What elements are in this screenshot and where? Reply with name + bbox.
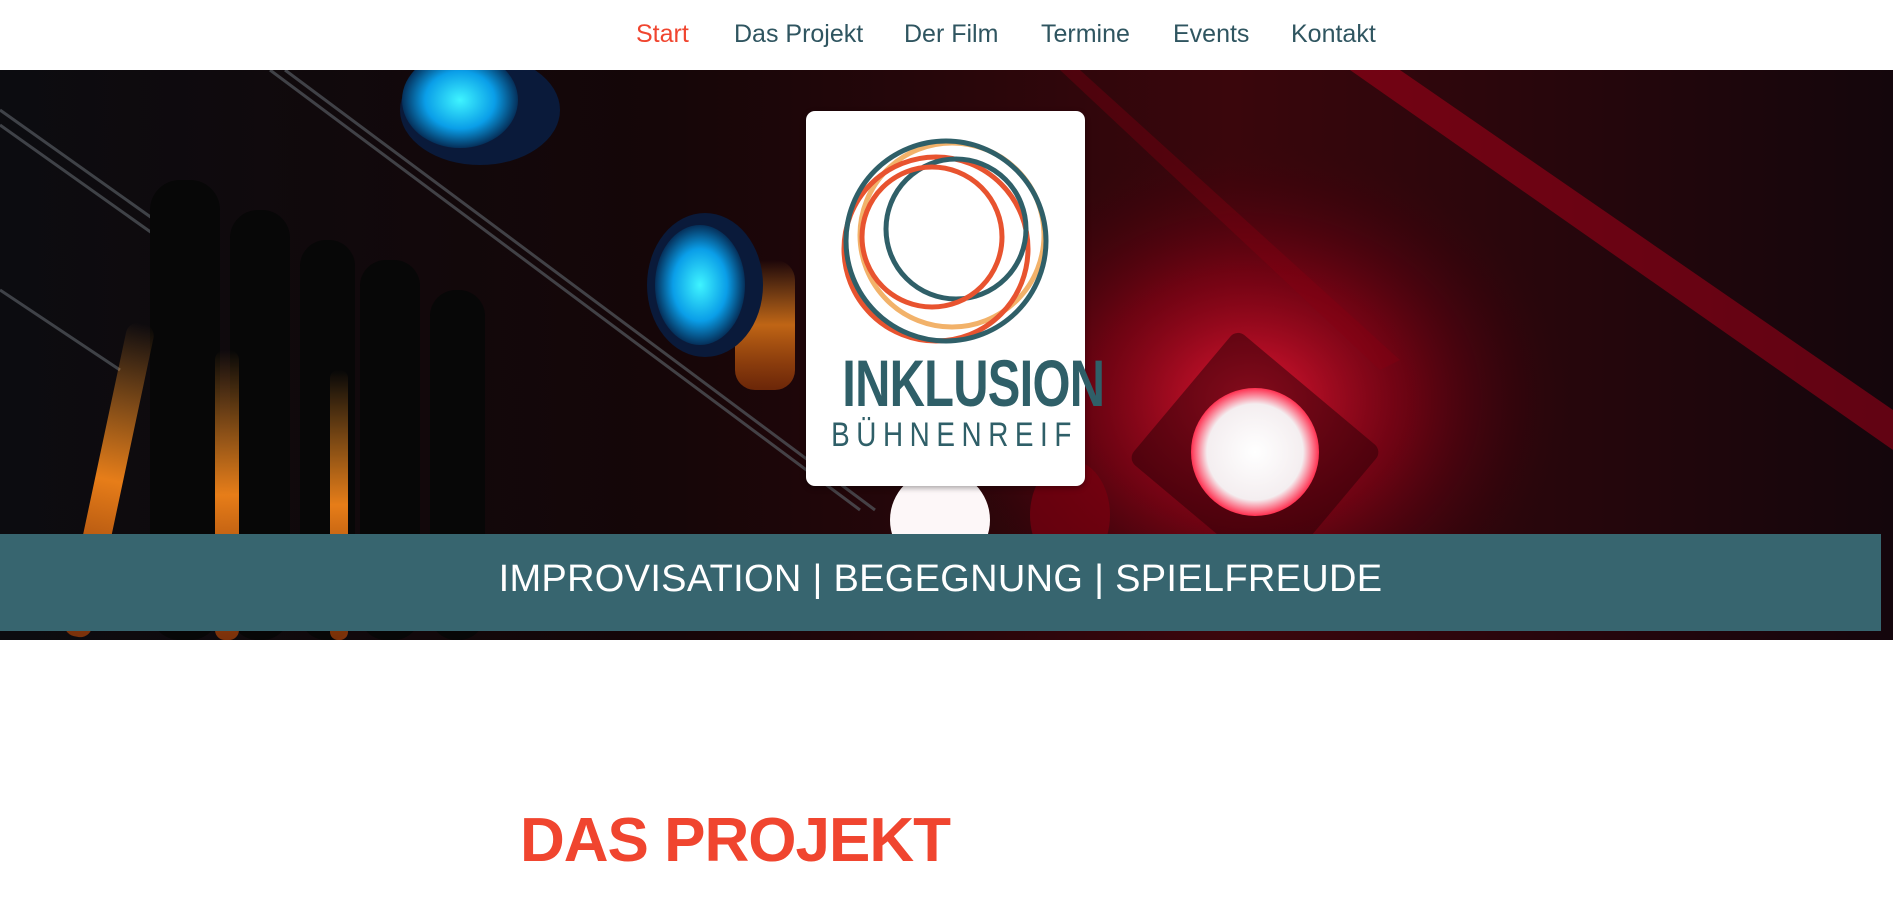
logo-subtitle: BÜHNENREIF [831,416,1078,454]
logo-ring-teal-outer [843,138,1049,344]
logo-ring-teal-inner [883,156,1029,302]
section-heading-das-projekt: DAS PROJEKT [520,806,951,875]
nav-item-das-projekt[interactable]: Das Projekt [734,19,863,49]
logo-title: INKLUSION [842,346,1105,420]
nav-item-termine[interactable]: Termine [1041,19,1130,49]
main-menu: Start Das Projekt Der Film Termine Event… [0,0,1893,70]
inklusion-rings-logo-icon [841,138,1049,344]
top-navigation: Start Das Projekt Der Film Termine Event… [0,0,1893,70]
tagline: IMPROVISATION | BEGEGNUNG | SPIELFREUDE [498,558,1383,600]
nav-item-events[interactable]: Events [1173,19,1249,49]
nav-item-der-film[interactable]: Der Film [904,19,998,49]
nav-item-kontakt[interactable]: Kontakt [1291,19,1376,49]
nav-item-start[interactable]: Start [636,19,689,49]
tagline-band: IMPROVISATION | BEGEGNUNG | SPIELFREUDE [0,534,1881,631]
hero-banner: INKLUSION BÜHNENREIF IMPROVISATION | BEG… [0,70,1893,640]
logo-ring-orange-inner [859,164,1005,310]
logo-card[interactable]: INKLUSION BÜHNENREIF [806,111,1105,486]
